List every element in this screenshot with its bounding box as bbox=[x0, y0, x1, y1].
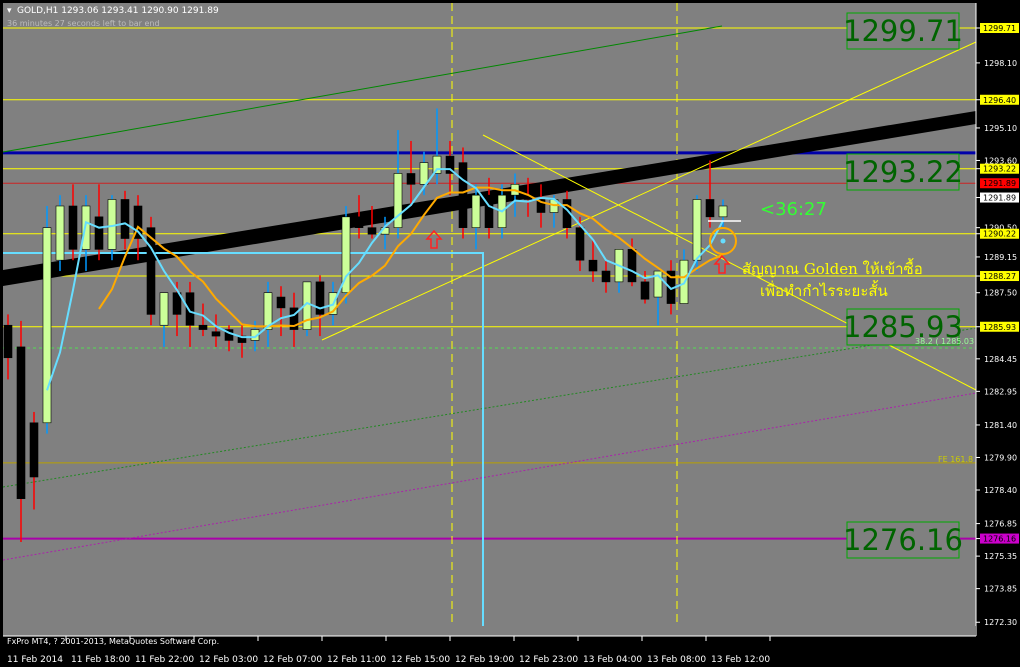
price-badge: 1291.89 bbox=[980, 192, 1019, 203]
price-tick-label: 1295.10 bbox=[984, 124, 1017, 133]
candle bbox=[302, 281, 312, 337]
candle-body bbox=[601, 270, 611, 283]
time-tick-label: 11 Feb 2014 bbox=[7, 655, 63, 665]
candle-body bbox=[3, 324, 13, 359]
price-tick-label: 1289.15 bbox=[984, 253, 1017, 262]
candle-body bbox=[419, 162, 429, 185]
time-tick-label: 12 Feb 19:00 bbox=[455, 655, 514, 665]
candle-body bbox=[406, 173, 416, 185]
price-tick-label: 1282.95 bbox=[984, 387, 1017, 396]
candle-body bbox=[718, 205, 728, 218]
time-tick-label: 12 Feb 07:00 bbox=[263, 655, 322, 665]
candle-body bbox=[367, 227, 377, 235]
candle-body bbox=[29, 422, 39, 478]
candle-body bbox=[471, 194, 481, 228]
price-tick-label: 1287.50 bbox=[984, 289, 1017, 298]
time-tick-label: 12 Feb 11:00 bbox=[327, 655, 386, 665]
level-box-text: 1293.22 bbox=[843, 155, 963, 189]
price-tick-label: 1276.85 bbox=[984, 520, 1017, 529]
price-tick-label: 1278.40 bbox=[984, 486, 1017, 495]
bar-countdown-text: 36 minutes 27 seconds left to bar end bbox=[7, 19, 160, 28]
price-badge: 1291.89 bbox=[980, 178, 1019, 189]
fibo-label: 38.2 ( 1285.03 bbox=[915, 337, 974, 346]
price-tick-label: 1272.30 bbox=[984, 618, 1017, 627]
copyright-text: FxPro MT4, ? 2001-2013, MetaQuotes Softw… bbox=[7, 637, 219, 646]
signal-text-line1: สัญญาณ Golden ให้เข้าซื้อ bbox=[742, 258, 923, 278]
price-badge: 1285.93 bbox=[980, 321, 1019, 332]
level-box: 1293.22 bbox=[843, 153, 963, 191]
chart-info-arrow-icon[interactable]: ▾ bbox=[7, 6, 12, 16]
candle-body bbox=[16, 346, 26, 499]
time-tick-label: 11 Feb 22:00 bbox=[135, 655, 194, 665]
price-badge-label: 1276.16 bbox=[983, 535, 1016, 544]
price-badge: 1296.40 bbox=[980, 94, 1019, 105]
candle-body bbox=[107, 199, 117, 250]
price-tick-label: 1281.40 bbox=[984, 421, 1017, 430]
symbol-info: GOLD,H1 1293.06 1293.41 1290.90 1291.89 bbox=[17, 6, 219, 16]
price-badge-label: 1293.22 bbox=[983, 165, 1016, 174]
candle-body bbox=[198, 324, 208, 330]
candle bbox=[55, 195, 65, 272]
level-box: 1299.71 bbox=[843, 12, 963, 50]
candle-body bbox=[640, 281, 650, 300]
level-box-text: 1299.71 bbox=[843, 14, 963, 48]
price-badge-label: 1296.40 bbox=[983, 96, 1016, 105]
candle-body bbox=[432, 155, 442, 174]
price-badge: 1293.22 bbox=[980, 163, 1019, 174]
countdown-label: <36:27 bbox=[760, 199, 827, 220]
time-tick-label: 12 Feb 03:00 bbox=[199, 655, 258, 665]
candle-body bbox=[627, 249, 637, 283]
candle bbox=[146, 216, 156, 326]
candle bbox=[341, 205, 351, 304]
level-box: 1276.16 bbox=[843, 521, 963, 559]
candle-body bbox=[458, 162, 468, 228]
time-tick-label: 13 Feb 08:00 bbox=[647, 655, 706, 665]
signal-text-line2: เพื่อทำกำไรระยะสั้น bbox=[760, 280, 888, 300]
candle-body bbox=[120, 199, 130, 239]
price-tick-label: 1284.45 bbox=[984, 355, 1017, 364]
candle-body bbox=[185, 292, 195, 326]
candle-body bbox=[393, 173, 403, 228]
price-badge-label: 1291.89 bbox=[983, 194, 1016, 203]
price-badge: 1299.71 bbox=[980, 23, 1019, 33]
price-badge-label: 1285.93 bbox=[983, 323, 1016, 332]
price-badge: 1290.22 bbox=[980, 228, 1019, 239]
candle-body bbox=[211, 331, 221, 337]
candle-body bbox=[315, 281, 325, 315]
candle-body bbox=[159, 292, 169, 326]
candle-body bbox=[276, 296, 286, 309]
candle-body bbox=[484, 194, 494, 228]
time-tick-label: 11 Feb 18:00 bbox=[71, 655, 130, 665]
price-badge-label: 1290.22 bbox=[983, 230, 1016, 239]
footer-strip bbox=[3, 626, 976, 636]
candle-body bbox=[42, 227, 52, 424]
candle-body bbox=[705, 199, 715, 218]
price-tick-label: 1273.85 bbox=[984, 585, 1017, 594]
price-tick-label: 1275.35 bbox=[984, 552, 1017, 561]
time-tick-label: 13 Feb 12:00 bbox=[711, 655, 770, 665]
signal-dot-icon bbox=[720, 238, 726, 244]
candle-body bbox=[588, 259, 598, 272]
level-box-text: 1276.16 bbox=[843, 523, 963, 557]
price-badge: 1288.27 bbox=[980, 271, 1019, 282]
candle-body bbox=[692, 199, 702, 261]
candle-body bbox=[81, 205, 91, 250]
candle-body bbox=[55, 205, 65, 261]
candle-body bbox=[94, 216, 104, 250]
price-badge-label: 1288.27 bbox=[983, 272, 1016, 281]
price-chart[interactable]: 1299.71 1293.22 1285.93 1276.16 1299.71 1298… bbox=[0, 0, 1020, 667]
candle-body bbox=[575, 227, 585, 261]
candle-body bbox=[68, 205, 78, 250]
price-badge-label: 1299.71 bbox=[983, 24, 1016, 33]
time-tick-label: 12 Feb 15:00 bbox=[391, 655, 450, 665]
fe-label: FE 161.8 bbox=[938, 455, 973, 464]
price-badge: 1276.16 bbox=[980, 533, 1019, 544]
candle bbox=[42, 205, 52, 434]
candle-body bbox=[354, 216, 364, 228]
price-tick-label: 1298.10 bbox=[984, 59, 1017, 68]
price-badge-label: 1291.89 bbox=[983, 179, 1016, 188]
time-tick-label: 12 Feb 23:00 bbox=[519, 655, 578, 665]
price-tick-label: 1279.90 bbox=[984, 453, 1017, 462]
time-tick-label: 13 Feb 04:00 bbox=[583, 655, 642, 665]
